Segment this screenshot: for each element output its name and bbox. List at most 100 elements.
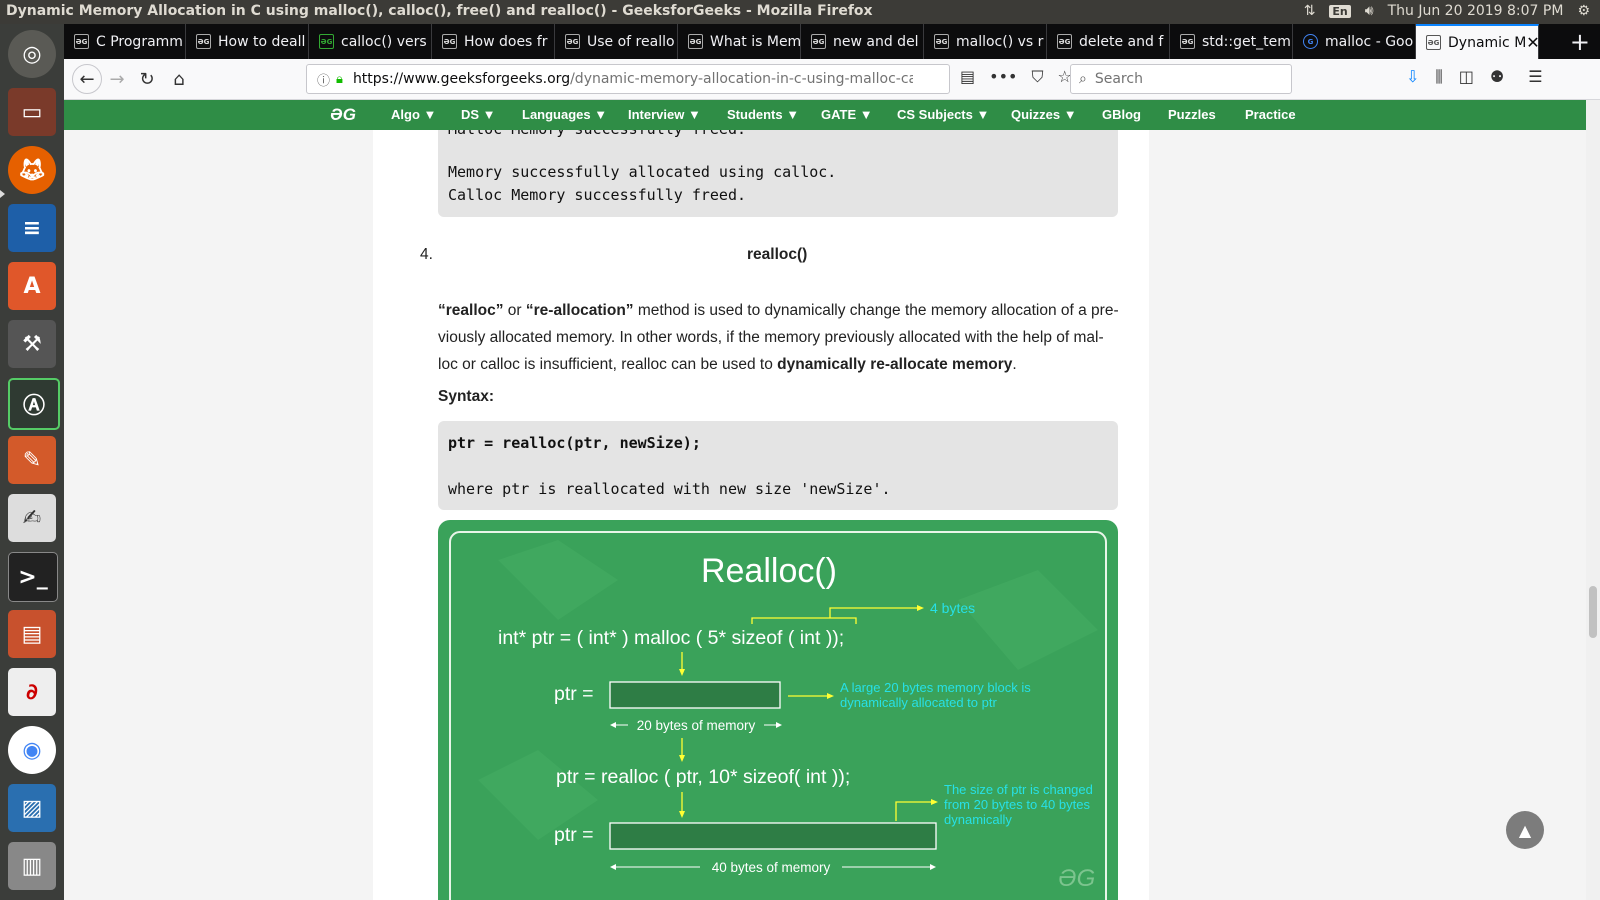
note-40-bytes-line2: from 20 bytes to 40 bytes [944,797,1090,812]
article-content: Malloc Memory successfully freed. Memory… [373,120,1149,900]
tab-std-get-temporary[interactable]: ƏG std::get_tem [1170,24,1293,59]
software-updater-icon[interactable]: Ⓐ [8,378,60,430]
new-tab-icon[interactable]: + [1570,28,1590,56]
toolbar-icons: ⇩ ⫼ ◫ ⚉ ☰ [1406,67,1543,87]
diagram-realloc-line: ptr = realloc ( ptr, 10* sizeof( int )); [556,766,850,788]
gfg-favicon-icon: ƏG [74,34,89,49]
nav-puzzles[interactable]: Puzzles [1168,107,1216,122]
list-number: 4. [420,246,433,263]
gfg-watermark: ƏG [1058,865,1095,892]
page-actions-icon[interactable]: ••• [989,67,1017,87]
settings-gear-icon[interactable]: ⚙ [1577,3,1590,19]
nav-algo[interactable]: Algo ▼ [391,107,436,122]
nav-quizzes[interactable]: Quizzes ▼ [1011,107,1077,122]
scroll-to-top-button[interactable]: ▲ [1506,811,1544,849]
back-icon[interactable]: ← [72,64,102,94]
tab-how-to-deallocate[interactable]: ƏG How to deall [186,24,309,59]
info-icon[interactable]: ⓘ [317,70,330,89]
firefox-icon[interactable]: 🦊︎ [8,146,56,194]
ubuntu-launcher: ◎ ▭ 🦊︎ ≡ A ⚒ Ⓐ ✎ ✍ >_ ▤ ∂ ◉ ▨ ▥ [0,24,64,900]
terminal-icon[interactable]: >_ [8,552,58,602]
left-gutter [64,130,373,900]
diagram-title: Realloc() [701,552,837,590]
document-viewer-icon[interactable]: ∂ [8,668,56,716]
chrome-icon[interactable]: ◉ [8,726,56,774]
dash-home-icon[interactable]: ◎ [8,30,56,78]
search-icon: ⌕ [1079,71,1087,87]
tab-delete-and-free[interactable]: ƏG delete and f [1047,24,1170,59]
right-gutter [1149,130,1586,900]
note-40-bytes-line3: dynamically [944,812,1012,827]
sidebar-icon[interactable]: ◫ [1459,67,1474,87]
tab-malloc-google[interactable]: Gmalloc - Goo [1293,24,1416,59]
output-code-block: Malloc Memory successfully freed. Memory… [438,120,1118,217]
trash-icon[interactable]: ▥ [8,842,56,890]
system-settings-icon[interactable]: ⚒ [8,320,56,368]
impress-icon[interactable]: ▤ [8,610,56,658]
nav-languages[interactable]: Languages ▼ [522,107,607,122]
close-tab-icon[interactable]: ✕ [1526,33,1538,52]
tab-c-programming[interactable]: ƏG C Programm [64,24,186,59]
scrollbar-thumb[interactable] [1589,586,1597,638]
lock-icon[interactable]: 🔒︎ [336,72,343,87]
home-icon[interactable]: ⌂ [166,66,192,92]
syntax-code-block: ptr = realloc(ptr, newSize); where ptr i… [438,421,1118,510]
tab-dynamic-memory-active[interactable]: ƏG Dynamic M ✕ [1416,24,1539,59]
gfg-logo[interactable]: ƏG [330,105,356,125]
clock[interactable]: Thu Jun 20 2019 8:07 PM [1388,3,1564,19]
gfg-favicon-icon: ƏG [196,34,211,49]
software-center-icon[interactable]: A [8,262,56,310]
arrow-up-icon: ▲ [1518,820,1532,840]
nav-ds[interactable]: DS ▼ [461,107,496,122]
tab-new-and-delete[interactable]: ƏG new and del [801,24,924,59]
menu-hamburger-icon[interactable]: ☰ [1528,67,1542,87]
downloads-icon[interactable]: ⇩ [1406,67,1419,87]
nav-students[interactable]: Students ▼ [727,107,799,122]
keyboard-language[interactable]: En [1329,4,1351,18]
nav-cs-subjects[interactable]: CS Subjects ▼ [897,107,989,122]
gfg-favicon-icon: ƏG [319,34,334,49]
gfg-favicon-icon: ƏG [811,34,826,49]
files-icon[interactable]: ▭ [8,88,56,136]
address-bar[interactable]: ⓘ 🔒︎ https://www.geeksforgeeks.org/dynam… [306,64,950,94]
url-text[interactable]: https://www.geeksforgeeks.org/dynamic-me… [353,71,913,87]
pocket-icon[interactable]: ⛉ [1031,67,1043,87]
nav-practice[interactable]: Practice [1245,107,1296,122]
gfg-favicon-icon: ƏG [1057,34,1072,49]
gfg-favicon-icon: ƏG [1426,35,1441,50]
library-icon[interactable]: ⫼ [1435,67,1442,87]
tab-calloc-vs[interactable]: ƏG calloc() vers [309,24,432,59]
note-20-bytes-line1: A large 20 bytes memory block is [840,680,1031,695]
tab-use-of-realloc[interactable]: ƏG Use of reallo [555,24,678,59]
nav-interview[interactable]: Interview ▼ [628,107,701,122]
nav-gate[interactable]: GATE ▼ [821,107,873,122]
text-editor-icon[interactable]: ✍ [8,494,56,542]
page-viewport: Malloc Memory successfully freed. Memory… [64,100,1586,900]
extension-icon[interactable]: ⚉ [1490,67,1504,87]
tab-what-is-memory[interactable]: ƏG What is Mem [678,24,801,59]
reload-icon[interactable]: ↻ [134,66,160,92]
nav-gblog[interactable]: GBlog [1102,107,1141,122]
ptr-label-1: ptr = [554,683,594,705]
tab-malloc-vs[interactable]: ƏG malloc() vs r [924,24,1047,59]
diagram-malloc-line: int* ptr = ( int* ) malloc ( 5* sizeof (… [498,627,844,649]
reader-view-icon[interactable]: ▤ [960,67,975,87]
memory-40-label: 40 bytes of memory [712,860,831,875]
network-icon[interactable]: ⇅ [1304,3,1316,19]
url-actions: ▤ ••• ⛉ ☆ [960,67,1072,87]
window-title: Dynamic Memory Allocation in C using mal… [6,3,873,19]
realloc-diagram: Realloc() int* ptr = ( int* ) malloc ( 5… [438,520,1118,900]
navigation-toolbar: ← → ↻ ⌂ ⓘ 🔒︎ https://www.geeksforgeeks.o… [64,59,1600,100]
memory-20-label: 20 bytes of memory [637,718,756,733]
forward-icon[interactable]: → [104,66,130,92]
note-20-bytes-line2: dynamically allocated to ptr [840,695,997,710]
system-top-bar: Dynamic Memory Allocation in C using mal… [0,0,1600,24]
tab-how-does-free[interactable]: ƏG How does fr [432,24,555,59]
search-input[interactable]: ⌕ Search [1070,64,1292,94]
description-paragraph: “realloc” or “re-allocation” method is u… [438,302,1119,373]
vertical-scrollbar[interactable] [1586,100,1600,900]
pen-tool-icon[interactable]: ✎ [8,436,56,484]
writer-icon[interactable]: ≡ [8,204,56,252]
volume-icon[interactable]: 🔊︎ [1365,3,1374,19]
image-viewer-icon[interactable]: ▨ [8,784,56,832]
